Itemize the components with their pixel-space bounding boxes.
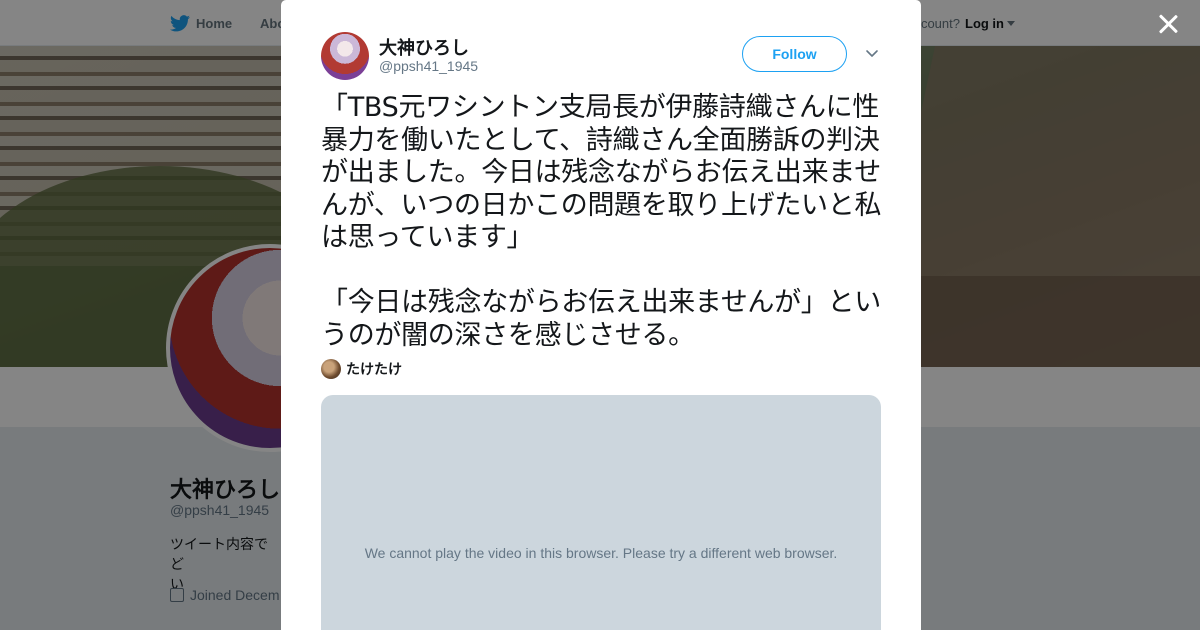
author-name[interactable]: 大神ひろし xyxy=(379,34,469,60)
tweet-text: 「TBS元ワシントン支局長が伊藤詩織さんに性暴力を働いたとして、詩織さん全面勝訴… xyxy=(321,92,886,352)
quoted-user-name: たけたけ xyxy=(346,361,402,377)
tweet-modal: 大神ひろし @ppsh41_1945 Follow 「TBS元ワシントン支局長が… xyxy=(281,0,921,630)
quoted-user-avatar xyxy=(321,359,341,379)
tweet-paragraph: 「今日は残念ながらお伝え出来ませんが」というのが闇の深さを感じさせる。 xyxy=(321,287,881,351)
author-handle[interactable]: @ppsh41_1945 xyxy=(379,58,478,74)
tweet-paragraph: 「TBS元ワシントン支局長が伊藤詩織さんに性暴力を働いたとして、詩織さん全面勝訴… xyxy=(321,92,882,253)
video-error-message: We cannot play the video in this browser… xyxy=(364,544,838,561)
author-avatar[interactable] xyxy=(321,32,369,80)
close-icon[interactable] xyxy=(1158,14,1178,34)
follow-button[interactable]: Follow xyxy=(742,36,847,72)
chevron-down-icon[interactable] xyxy=(865,46,879,60)
video-player[interactable]: We cannot play the video in this browser… xyxy=(321,395,881,630)
quoted-user[interactable]: たけたけ xyxy=(321,359,402,379)
